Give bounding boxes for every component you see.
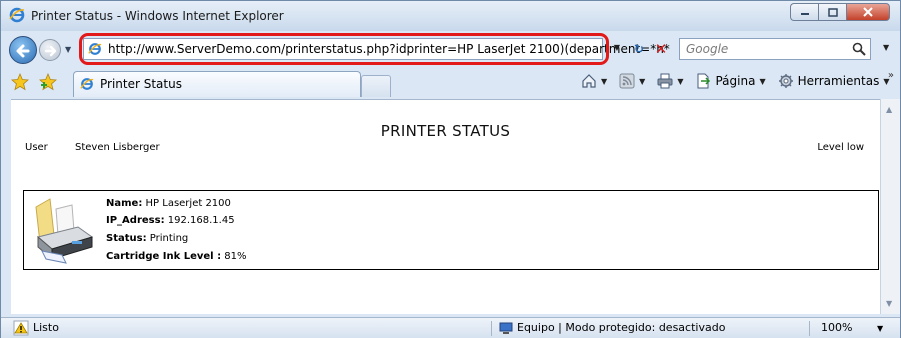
printer-ip-value: 192.168.1.45 (167, 215, 235, 226)
close-icon (863, 7, 873, 17)
user-name: Steven Lisberger (75, 142, 160, 153)
tools-gear-icon[interactable] (778, 73, 794, 89)
add-favorite-icon[interactable] (39, 73, 57, 91)
new-tab-button[interactable] (361, 75, 391, 97)
status-bar: Listo Equipo | Modo protegido: desactiva… (1, 317, 900, 338)
minimize-icon (800, 13, 809, 15)
print-icon[interactable] (657, 73, 673, 89)
address-dropdown-icon[interactable]: ▼ (610, 43, 624, 57)
home-dropdown-icon[interactable]: ▼ (601, 77, 607, 86)
feeds-icon[interactable] (619, 73, 635, 89)
ie-logo-icon (9, 7, 25, 23)
printer-card: Name: HP Laserjet 2100 IP_Adress: 192.16… (23, 190, 879, 270)
user-label: User (25, 142, 48, 153)
forward-arrow-icon (44, 45, 57, 57)
tab-printer-status[interactable]: Printer Status (73, 71, 361, 97)
page-menu[interactable]: Página (715, 74, 755, 88)
title-bar: Printer Status - Windows Internet Explor… (1, 1, 900, 31)
printer-name-value: HP Laserjet 2100 (145, 198, 231, 209)
back-arrow-icon (16, 44, 30, 58)
printer-ip-label: IP_Adress: (106, 215, 165, 226)
printer-name-label: Name: (106, 198, 143, 209)
ie-page-icon (80, 78, 94, 90)
printer-status-label: Status: (106, 233, 147, 244)
tab-label: Printer Status (100, 77, 182, 91)
scroll-up-icon[interactable]: ▲ (886, 105, 892, 114)
back-button[interactable] (9, 36, 37, 64)
window-title: Printer Status - Windows Internet Explor… (31, 9, 284, 23)
stop-icon: ✕ (654, 40, 668, 58)
printer-status-line: Status: Printing (106, 233, 188, 244)
level-label: Level low (817, 142, 864, 153)
print-dropdown-icon[interactable]: ▼ (677, 77, 683, 86)
scroll-down-icon[interactable]: ▼ (886, 299, 892, 308)
stop-button[interactable]: ✕ (651, 39, 671, 59)
page-content: PRINTER STATUS User Steven Lisberger Lev… (11, 99, 880, 314)
printer-name-line: Name: HP Laserjet 2100 (106, 198, 231, 209)
minimize-button[interactable] (790, 3, 818, 21)
warning-icon[interactable] (13, 320, 29, 336)
printer-status-value: Printing (149, 233, 189, 244)
printer-ink-value: 81% (224, 251, 247, 262)
browser-window: Printer Status - Windows Internet Explor… (0, 0, 901, 338)
refresh-icon: ↻ (633, 42, 645, 56)
page-icon[interactable] (695, 73, 711, 89)
home-icon[interactable] (581, 73, 597, 89)
search-input[interactable]: Google (679, 38, 871, 60)
more-commands-chevron-icon[interactable]: » (888, 70, 894, 81)
refresh-button[interactable]: ↻ (629, 39, 649, 59)
command-bar: ▼ ▼ ▼ Página ▼ Herramientas ▼ (581, 73, 898, 89)
forward-button[interactable] (39, 39, 61, 61)
address-row: ▼ http://www.ServerDemo.com/printerstatu… (1, 31, 900, 67)
security-zone-text[interactable]: Equipo | Modo protegido: desactivado (517, 321, 725, 334)
tools-menu[interactable]: Herramientas (798, 74, 880, 88)
status-separator (491, 321, 492, 336)
zoom-level[interactable]: 100% (821, 321, 852, 334)
status-text: Listo (33, 321, 59, 334)
computer-zone-icon (499, 322, 513, 334)
feeds-dropdown-icon[interactable]: ▼ (639, 77, 645, 86)
vertical-scrollbar[interactable]: ▲ ▼ (880, 99, 900, 314)
search-dropdown-icon[interactable]: ▼ (883, 43, 889, 52)
search-placeholder: Google (686, 42, 729, 56)
url-highlight-annotation (79, 33, 609, 65)
close-button[interactable] (846, 3, 890, 21)
zoom-dropdown-icon[interactable]: ▼ (877, 324, 883, 333)
page-dropdown-icon[interactable]: ▼ (759, 77, 765, 86)
status-separator (809, 321, 810, 336)
printer-ink-line: Cartridge Ink Level : 81% (106, 251, 247, 262)
maximize-icon (827, 7, 838, 17)
favorites-star-icon[interactable] (11, 73, 29, 91)
page-title: PRINTER STATUS (380, 122, 511, 140)
search-icon[interactable] (852, 42, 866, 56)
printer-image (35, 198, 94, 264)
printer-ink-label: Cartridge Ink Level : (106, 251, 222, 262)
recent-pages-dropdown-icon[interactable]: ▼ (65, 45, 71, 54)
tab-row: Printer Status ▼ ▼ ▼ Página ▼ Herramient… (1, 67, 900, 99)
printer-ip-line: IP_Adress: 192.168.1.45 (106, 215, 235, 226)
maximize-button[interactable] (818, 3, 846, 21)
